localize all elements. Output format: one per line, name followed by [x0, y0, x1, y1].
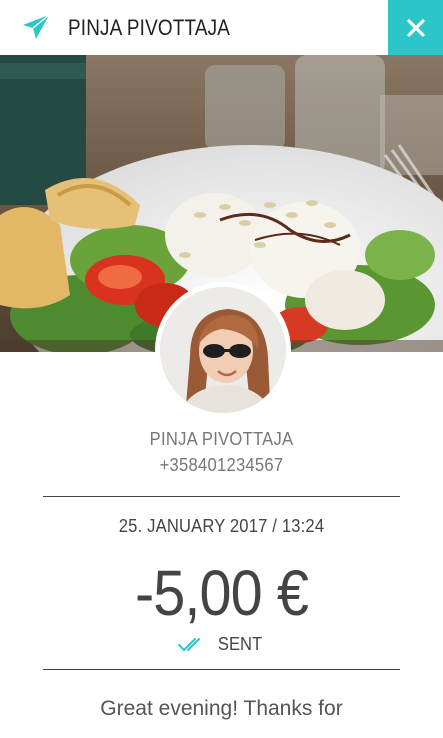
transaction-message: Great evening! Thanks for [100, 697, 343, 720]
close-icon [406, 18, 425, 37]
send-icon [23, 14, 50, 39]
avatar [160, 287, 286, 413]
divider-top [43, 496, 400, 497]
close-button[interactable] [388, 0, 443, 55]
contact-name: PINJA PIVOTTAJA [149, 429, 294, 449]
double-check-icon [178, 637, 201, 651]
profile-photo [160, 287, 286, 413]
divider-bottom [43, 669, 400, 670]
transaction-status: SENT [0, 634, 443, 655]
contact-phone: +358401234567 [159, 455, 284, 475]
top-bar: PINJA PIVOTTAJA [0, 0, 443, 55]
transaction-amount: -5,00 € [134, 557, 309, 629]
avatar-frame [155, 282, 291, 418]
status-label: SENT [218, 634, 263, 654]
page-title: PINJA PIVOTTAJA [68, 15, 231, 40]
transaction-date: 25. JANUARY 2017 / 13:24 [118, 516, 325, 536]
